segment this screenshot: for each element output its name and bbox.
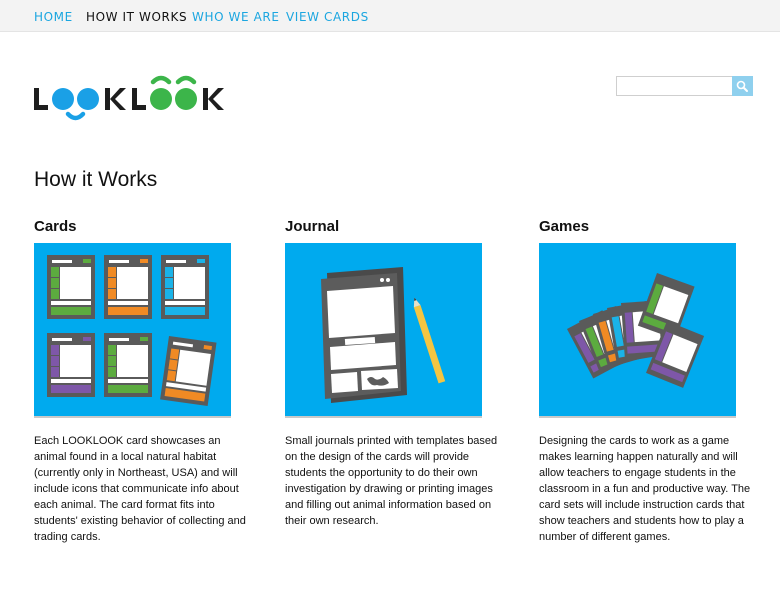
lookloook-logo[interactable]	[32, 70, 247, 130]
pencil-icon	[413, 297, 446, 384]
card-orange-tilted	[160, 336, 217, 407]
card-blue	[161, 255, 209, 319]
section-heading: Journal	[285, 218, 340, 235]
nav-how-it-works-link[interactable]: HOW IT WORKS	[86, 10, 187, 24]
journal-icon	[321, 267, 407, 403]
nav-view-cards-link[interactable]: VIEW CARDS	[286, 10, 369, 24]
journal-pencil-illustration	[285, 243, 482, 418]
page-title: How it Works	[34, 168, 158, 191]
section-heading: Cards	[34, 218, 77, 235]
section-heading: Games	[539, 218, 590, 235]
section-description: Small journals printed with templates ba…	[285, 435, 498, 527]
animal-cards-illustration	[34, 243, 231, 418]
section-cards: Cards Each LOOKLOOK card showcases an an…	[34, 218, 254, 543]
section-description: Each LOOKLOOK card showcases an animal f…	[34, 435, 246, 543]
section-journal: Journal Small journals printed with temp…	[285, 218, 505, 527]
top-nav: HOME HOW IT WORKS WHO WE ARE VIEW CARDS	[0, 0, 780, 32]
section-games: Games Designing the cards to work as a g…	[539, 218, 759, 543]
search-input[interactable]	[616, 76, 732, 96]
search-box	[616, 76, 753, 96]
nav-home-link[interactable]: HOME	[34, 10, 73, 24]
search-button[interactable]	[732, 76, 753, 96]
search-icon	[736, 80, 748, 92]
logo-lettering	[34, 75, 224, 121]
nav-who-we-are-link[interactable]: WHO WE ARE	[192, 10, 280, 24]
card-green	[47, 255, 95, 319]
card-orange	[104, 255, 152, 319]
card-purple	[47, 333, 95, 397]
section-description: Designing the cards to work as a game ma…	[539, 435, 751, 543]
fanned-cards-illustration	[539, 243, 736, 418]
card-green-2	[104, 333, 152, 397]
